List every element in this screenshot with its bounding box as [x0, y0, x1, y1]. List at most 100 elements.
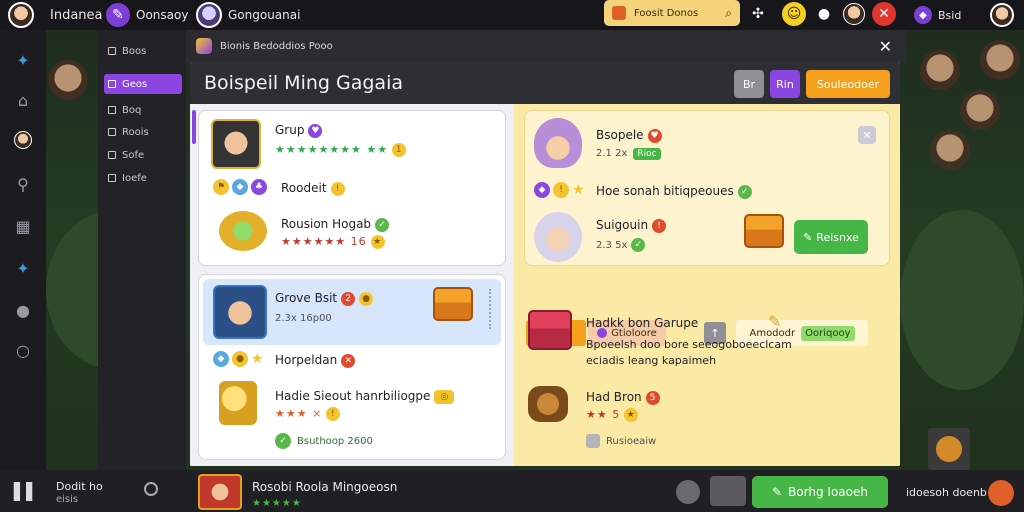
secondary-action-button[interactable]: [710, 476, 746, 506]
character-face: [920, 50, 960, 90]
face-icon[interactable]: [13, 130, 33, 150]
character-portrait: [213, 285, 267, 339]
app-label: Oonsaoy: [136, 8, 189, 22]
top-bar: Indanea ✎ Oonsaoy Gongouanai Foosit Dono…: [0, 0, 1024, 30]
reward-rating: ★★ 5 ★: [586, 408, 639, 422]
secondary-button[interactable]: Br: [734, 70, 764, 98]
badge-row: ◆ ! ★: [534, 182, 585, 198]
reward-rating: ★★★★★★ 16 ★: [281, 235, 385, 249]
status-icon: [144, 482, 158, 496]
sidebar-item-label: Roois: [122, 126, 149, 138]
modal-header: Bionis Bedoddios Pooo ✕: [186, 30, 906, 62]
sidebar-item-ioefe[interactable]: Ioefe: [104, 168, 182, 188]
currency-label: Foosit Donos: [634, 7, 699, 19]
group-dialog: Boispeil Ming Gagaia Br Rin Souleodoer G…: [190, 62, 900, 466]
member-meta: 2.3 5x ✓: [596, 238, 646, 252]
primary-action-button[interactable]: ✎ Borhg Ioaoeh: [752, 476, 888, 508]
sidebar-item-roois[interactable]: Roois: [104, 122, 182, 142]
group-meta: 2.3x 16p00: [275, 313, 332, 324]
sidebar-item-geos[interactable]: Geos: [104, 74, 182, 94]
character-face: [930, 130, 970, 170]
badge-row: ◆ ● ★: [213, 351, 264, 367]
puzzle-icon[interactable]: ✣: [746, 2, 770, 26]
chest-icon: [744, 214, 784, 248]
side-menu: Boos Geos Boq Roois Sofe Ioefe: [98, 30, 186, 470]
group-avatar: [196, 2, 222, 28]
sidebar-item-label: Boos: [122, 45, 147, 57]
player-label: Bsid: [938, 8, 962, 22]
player-avatar[interactable]: [990, 0, 1014, 30]
group-name: Grove Bsit 2 ●: [275, 291, 374, 306]
group-detail: Bsopele ♥ 2.1 2x Rioc ✕ ◆ ! ★ Hoe sonah bi…: [514, 104, 900, 466]
barrel-icon: [528, 386, 568, 422]
purple-button[interactable]: Rin: [770, 70, 800, 98]
sidebar-item-boq[interactable]: Boq: [104, 100, 182, 120]
drag-handle[interactable]: [489, 289, 491, 329]
bars-icon: ▌▌: [14, 482, 39, 501]
status-title: Dodit ho: [56, 480, 103, 493]
close-icon[interactable]: ✕: [872, 2, 896, 26]
player-menu[interactable]: ◆ Bsid: [914, 0, 961, 30]
primary-button[interactable]: Souleodoer: [806, 70, 890, 98]
item-slot[interactable]: [928, 428, 970, 470]
square-icon: [108, 106, 116, 114]
puzzle-icon[interactable]: ✦: [13, 50, 33, 70]
player-rating: ★★★★★: [252, 498, 302, 509]
badge-row: ⚑ ◆ ♣: [213, 179, 267, 195]
group-header[interactable]: Gongouanai: [196, 0, 300, 30]
task-desc: Bpoeelsh doo bore seeogoboeeclcam: [586, 338, 792, 351]
square-icon: [108, 80, 116, 88]
group-list: Grup ♥ ★★★★★★★★ ★★ 1 ⚑ ◆ ♣ Roodeit! Rousio…: [190, 104, 514, 466]
square-icon: [108, 174, 116, 182]
sidebar-item-label: Ioefe: [122, 172, 147, 184]
sidebar-item-boos[interactable]: Boos: [104, 41, 182, 61]
settings-icon[interactable]: [676, 480, 700, 504]
home-icon[interactable]: ⌂: [13, 90, 33, 110]
wand-icon: ✎: [106, 3, 130, 27]
avatar[interactable]: [8, 2, 34, 28]
dialog-title: Boispeil Ming Gagaia: [204, 72, 403, 94]
grid-icon[interactable]: ▦: [13, 216, 33, 236]
close-icon[interactable]: ✕: [858, 126, 876, 144]
player-portrait: [198, 474, 242, 510]
list-item-selected[interactable]: Grove Bsit 2 ● 2.3x 16p00 ◆ ● ★ Horpeldan ✕…: [198, 274, 506, 460]
character-face: [980, 40, 1020, 80]
compass-icon: [219, 211, 267, 251]
emoji-icon[interactable]: ☺: [782, 2, 806, 26]
member-name: Bsopele ♥: [596, 128, 662, 143]
sidebar-item-sofe[interactable]: Sofe: [104, 145, 182, 165]
pin-icon: ✎: [768, 312, 782, 331]
footer-stat: Rusioeaiw: [586, 434, 656, 448]
task-title: Hadkk bon Garupe: [586, 316, 699, 330]
reward-title: Hadie Sieout hanrbiliogpe ◎: [275, 389, 455, 404]
footer-stat: ✓ Bsuthoop 2600: [275, 433, 373, 449]
character-portrait: [211, 119, 261, 169]
character-portrait: [534, 118, 582, 168]
character-face: [48, 60, 88, 100]
app-menu[interactable]: ✎ Oonsaoy: [106, 0, 188, 30]
square-icon: [108, 151, 116, 159]
sidebar-item-label: Geos: [122, 78, 148, 90]
close-icon[interactable]: ✕: [879, 37, 892, 56]
sidebar-item-label: Boq: [122, 104, 142, 116]
game-icon: [196, 38, 212, 54]
breadcrumb: Bionis Bedoddios Pooo: [220, 40, 333, 52]
friend-avatar[interactable]: [842, 2, 866, 26]
player-name: Rosobi Roola Mingoeosn: [252, 480, 398, 494]
square-icon: [108, 47, 116, 55]
record-icon[interactable]: ●: [812, 2, 836, 26]
chat-icon[interactable]: ●: [13, 300, 33, 320]
currency-pill[interactable]: Foosit Donos ⌕: [604, 0, 740, 26]
profile-area[interactable]: Indanea: [8, 0, 103, 30]
buy-button[interactable]: ✎ Reisnxe: [794, 220, 868, 254]
puzzle-icon[interactable]: ✦: [13, 258, 33, 278]
user-search-icon[interactable]: ⚲: [13, 174, 33, 194]
rating: ★★★★★★★★ ★★ 1: [275, 143, 407, 157]
role-label: Roodeit!: [281, 181, 345, 196]
member-meta: 2.1 2x Rioc: [596, 148, 661, 160]
chest-icon: [433, 287, 473, 321]
search-icon[interactable]: ○: [13, 340, 33, 360]
notification-icon[interactable]: [988, 480, 1014, 506]
role-label: Horpeldan ✕: [275, 353, 356, 368]
list-item[interactable]: Grup ♥ ★★★★★★★★ ★★ 1 ⚑ ◆ ♣ Roodeit! Rousio…: [198, 110, 506, 266]
